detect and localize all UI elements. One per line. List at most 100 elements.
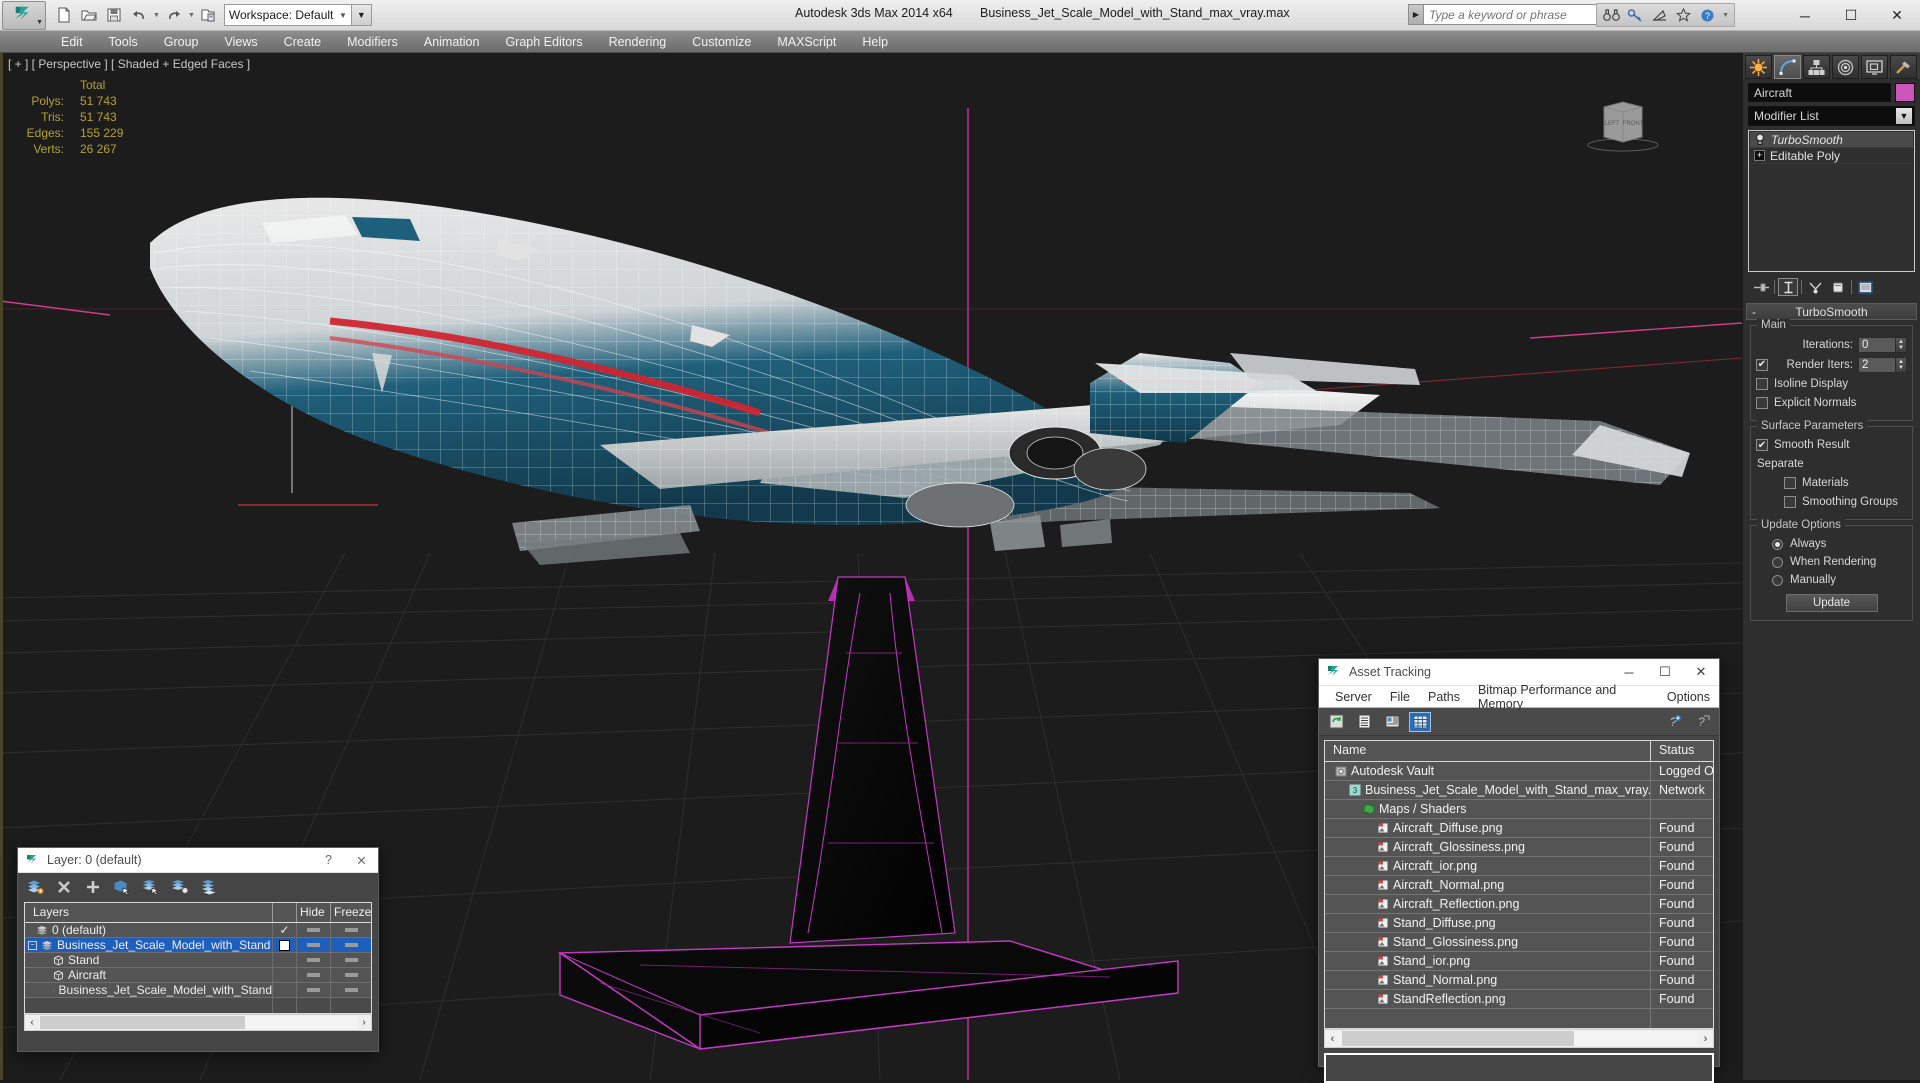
help-circle-icon[interactable]: ? [1697, 5, 1718, 25]
viewcube[interactable]: LEFT FRONT [1584, 93, 1662, 155]
delete-layer-icon[interactable] [54, 877, 74, 896]
asset-menu-paths[interactable]: Paths [1419, 688, 1469, 706]
application-menu-button[interactable]: ▼ [2, 0, 46, 30]
update-option-always[interactable]: Always [1756, 536, 1907, 552]
smoothing-groups-checkbox[interactable] [1784, 496, 1796, 508]
layer-freeze-toggle[interactable] [331, 968, 371, 982]
explicit-normals-checkbox[interactable] [1756, 397, 1768, 409]
menu-edit[interactable]: Edit [48, 33, 96, 51]
tab-modify[interactable] [1774, 55, 1801, 79]
help-dropdown-caret-icon[interactable]: ▼ [1721, 12, 1730, 19]
iterations-value[interactable]: 0 [1858, 336, 1896, 353]
asset-horizontal-scrollbar[interactable]: ‹ › [1324, 1029, 1714, 1048]
asset-menu-file[interactable]: File [1381, 688, 1419, 706]
layer-freeze-toggle[interactable] [331, 938, 371, 952]
layer-freeze-toggle[interactable] [331, 953, 371, 967]
table-row[interactable]: Aircraft_Diffuse.png Found [1325, 819, 1713, 838]
table-row[interactable]: Stand_Glossiness.png Found [1325, 933, 1713, 952]
asset-tracking-table[interactable]: Name Status Autodesk Vault Logged O 3 Bu… [1324, 740, 1714, 1029]
layer-horizontal-scrollbar[interactable]: ‹ › [24, 1014, 372, 1031]
table-row[interactable]: Maps / Shaders [1325, 800, 1713, 819]
project-folder-icon[interactable] [197, 3, 221, 27]
update-button[interactable]: Update [1785, 594, 1878, 612]
table-row[interactable]: Stand_ior.png Found [1325, 952, 1713, 971]
table-row[interactable]: 3 Business_Jet_Scale_Model_with_Stand_ma… [1325, 781, 1713, 800]
select-highlighted-layers-icon[interactable] [141, 877, 161, 896]
satellite-dish-icon[interactable] [1649, 5, 1670, 25]
open-file-icon[interactable] [77, 3, 101, 27]
asset-close-button[interactable]: ✕ [1683, 659, 1719, 685]
smoothing-groups-row[interactable]: Smoothing Groups [1756, 494, 1907, 510]
thumbnail-view-icon[interactable] [1381, 712, 1403, 732]
render-iters-checkbox[interactable]: ✔ [1756, 358, 1768, 371]
layer-table[interactable]: Layers Hide Freeze 0 (default) ✓ − Busin… [24, 902, 372, 1014]
scroll-left-icon[interactable]: ‹ [25, 1017, 39, 1028]
undo-icon[interactable] [127, 3, 151, 27]
highlight-selected-objects-layer-icon[interactable] [170, 877, 190, 896]
layer-current-check[interactable] [273, 983, 297, 997]
add-selection-to-layer-icon[interactable] [83, 877, 103, 896]
layer-column-hide[interactable]: Hide [297, 903, 331, 922]
layer-help-button[interactable]: ? [312, 848, 345, 872]
modifier-stack-item-turbosmooth[interactable]: TurboSmooth [1750, 132, 1913, 148]
materials-checkbox[interactable] [1784, 477, 1796, 489]
menu-animation[interactable]: Animation [411, 33, 493, 51]
spinner-arrows-icon[interactable]: ▲ ▼ [1896, 336, 1907, 353]
layer-close-button[interactable]: ✕ [345, 848, 378, 872]
add-help-icon[interactable]: ? [1663, 712, 1685, 732]
table-row[interactable]: Aircraft_Normal.png Found [1325, 876, 1713, 895]
rollout-header[interactable]: - TurboSmooth [1746, 303, 1917, 320]
scroll-track[interactable] [1340, 1031, 1698, 1046]
layer-column-layers[interactable]: Layers [25, 903, 273, 922]
table-row[interactable]: StandReflection.png Found [1325, 990, 1713, 1009]
layer-hide-toggle[interactable] [297, 983, 331, 997]
layer-column-freeze[interactable]: Freeze [331, 903, 371, 922]
pin-stack-icon[interactable] [1751, 278, 1771, 296]
materials-row[interactable]: Materials [1756, 475, 1907, 491]
menu-create[interactable]: Create [271, 33, 335, 51]
render-iters-stepper[interactable]: 2 ▲ ▼ [1858, 356, 1907, 373]
select-objects-in-layer-icon[interactable] [112, 877, 132, 896]
modifier-list-dropdown[interactable]: Modifier List ▼ [1748, 106, 1915, 126]
iterations-stepper[interactable]: 0 ▲ ▼ [1858, 336, 1907, 353]
undo-dropdown-caret-icon[interactable]: ▼ [152, 12, 161, 19]
layer-current-check[interactable] [273, 938, 297, 952]
tab-create[interactable] [1745, 55, 1772, 79]
update-option-manually[interactable]: Manually [1756, 572, 1907, 588]
scroll-right-icon[interactable]: › [1698, 1033, 1713, 1045]
menu-tools[interactable]: Tools [96, 33, 151, 51]
tab-utilities[interactable] [1890, 55, 1917, 79]
collapse-minus-icon[interactable]: − [28, 940, 37, 950]
object-name-field[interactable]: Aircraft [1748, 83, 1891, 102]
scroll-thumb[interactable] [40, 1016, 245, 1029]
tab-motion[interactable] [1832, 55, 1859, 79]
layer-hide-toggle[interactable] [297, 968, 331, 982]
menu-rendering[interactable]: Rendering [596, 33, 680, 51]
remove-modifier-icon[interactable] [1828, 278, 1848, 296]
isoline-display-row[interactable]: Isoline Display [1756, 376, 1907, 392]
list-item[interactable]: Business_Jet_Scale_Model_with_Stand [25, 983, 371, 998]
layer-freeze-toggle[interactable] [331, 983, 371, 997]
make-unique-icon[interactable] [1805, 278, 1825, 296]
render-iters-value[interactable]: 2 [1858, 356, 1896, 373]
new-file-icon[interactable] [52, 3, 76, 27]
create-new-layer-icon[interactable] [25, 877, 45, 896]
refresh-icon[interactable] [1325, 712, 1347, 732]
table-row[interactable]: Stand_Diffuse.png Found [1325, 914, 1713, 933]
spinner-arrows-icon[interactable]: ▲ ▼ [1896, 356, 1907, 373]
menu-graph-editors[interactable]: Graph Editors [492, 33, 595, 51]
layer-dialog[interactable]: Layer: 0 (default) ? ✕ Layers Hide Freez… [17, 847, 379, 1052]
list-item[interactable]: Aircraft [25, 968, 371, 983]
grid-view-icon[interactable] [1409, 711, 1431, 732]
minimize-button[interactable]: ─ [1782, 0, 1828, 31]
menu-customize[interactable]: Customize [679, 33, 764, 51]
table-row[interactable]: Aircraft_Glossiness.png Found [1325, 838, 1713, 857]
chevron-down-icon[interactable]: ▼ [1896, 108, 1912, 124]
menu-group[interactable]: Group [151, 33, 212, 51]
table-row[interactable]: Aircraft_ior.png Found [1325, 857, 1713, 876]
query-help-icon[interactable]: ? [1691, 712, 1713, 732]
modifier-stack[interactable]: TurboSmooth + Editable Poly [1748, 130, 1915, 272]
star-icon[interactable] [1673, 5, 1694, 25]
object-color-swatch[interactable] [1895, 83, 1915, 102]
tab-hierarchy[interactable] [1803, 55, 1830, 79]
